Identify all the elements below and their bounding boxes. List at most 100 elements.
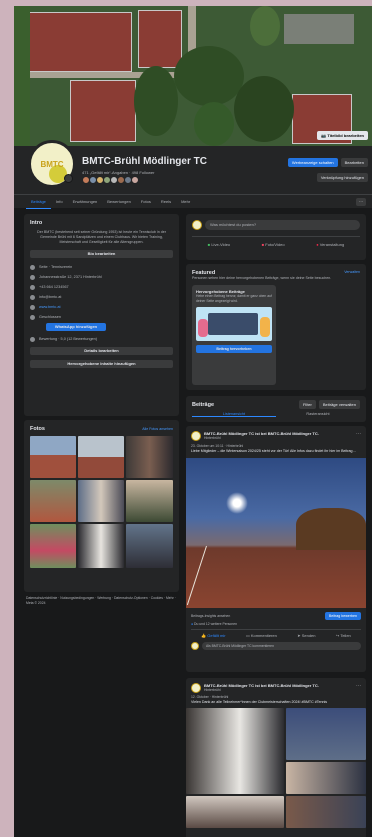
insights-link[interactable]: Beitrags-Insights ansehen (191, 614, 230, 619)
person-illustration (260, 317, 270, 337)
sun (226, 492, 248, 514)
tree (234, 76, 294, 142)
rating-row: Bewertung · 5,0 (12 Bewertungen) (30, 334, 173, 344)
tab-more[interactable]: Mehr (176, 195, 195, 209)
edit-page-button[interactable]: Bearbeiten (340, 158, 368, 167)
post-image[interactable] (186, 458, 366, 608)
see-all-photos-link[interactable]: Alle Fotos ansehen (142, 427, 173, 432)
feature-post-button[interactable]: Beitrag hervorheben (196, 345, 272, 353)
post-photo[interactable] (186, 796, 284, 828)
photo-thumbnail[interactable] (30, 524, 76, 568)
rating-text[interactable]: Bewertung · 5,0 (12 Bewertungen) (39, 337, 97, 341)
avatar (191, 642, 199, 650)
promote-button[interactable]: Werbeanzeige schalten (287, 158, 338, 167)
post-photo[interactable] (286, 762, 366, 794)
list-view-tab[interactable]: Listenansicht (192, 412, 276, 417)
photo-video-button[interactable]: ■ Foto/Video (262, 242, 285, 247)
featured-subtitle: Personen sehen hier deine hervorgehobene… (192, 276, 332, 280)
photo-thumbnail[interactable] (30, 480, 76, 522)
link-icon (30, 304, 35, 310)
manage-button[interactable]: Verknüpfung hinzufügen (316, 173, 368, 182)
tab-reels[interactable]: Reels (156, 195, 176, 209)
post-photo[interactable] (286, 796, 366, 828)
intro-row-text: Geschlossen (39, 315, 61, 319)
photo-thumbnail[interactable] (126, 524, 173, 568)
mail-icon (30, 294, 35, 300)
manage-posts-button[interactable]: Beiträge verwalten (318, 400, 360, 409)
reactions-summary[interactable]: ● Du und 12 weitere Personen (191, 622, 361, 630)
intro-row-text[interactable]: info@bmtc.at (39, 295, 61, 299)
tennis-court (138, 10, 182, 68)
edit-cover-button[interactable]: 📷 Titelbild bearbeiten (317, 131, 368, 140)
photo-thumbnail[interactable] (78, 480, 124, 522)
edit-details-button[interactable]: Details bearbeiten (30, 347, 173, 355)
intro-row: Johannesstraße 12, 2371 Hinterbrühl (30, 272, 173, 282)
more-options-button[interactable]: ··· (356, 198, 366, 206)
post-text: Vielen Dank an alle Teilnehmer*innen der… (191, 700, 328, 704)
live-video-button[interactable]: ■ Live-Video (208, 242, 230, 247)
avatar[interactable] (191, 431, 201, 441)
clock-icon (30, 314, 35, 320)
star-icon (30, 336, 35, 342)
event-button[interactable]: ● Veranstaltung (316, 242, 344, 247)
camera-icon[interactable] (64, 174, 73, 183)
intro-row-text[interactable]: www.bmtc.at (39, 305, 61, 309)
edit-bio-button[interactable]: Bio bearbeiten (30, 250, 173, 258)
tab-reviews[interactable]: Bewertungen (102, 195, 136, 209)
photo-video-label: Foto/Video (265, 242, 285, 247)
grid-view-tab[interactable]: Rasteransicht (276, 412, 360, 417)
follower-avatars[interactable] (82, 176, 139, 184)
post-options-icon[interactable]: ··· (356, 683, 361, 689)
photo-thumbnail[interactable] (30, 436, 76, 478)
send-button[interactable]: ➤ Senden (297, 633, 315, 638)
post-options-icon[interactable]: ··· (356, 431, 361, 437)
featured-card-text: Hebe einen Beitrag hervor, damit er ganz… (196, 294, 272, 303)
share-button[interactable]: ↪ Teilen (336, 633, 351, 638)
composer-input[interactable]: Was möchtest du posten? (205, 220, 360, 230)
composer-card: Was möchtest du posten? ■ Live-Video ■ F… (186, 214, 366, 260)
post-actions: 👍 Gefällt mir ▭ Kommentieren ➤ Senden ↪ … (191, 633, 361, 638)
post-card: BMTC-Brühl Mödlinger TC ist bei BMTC-Brü… (186, 426, 366, 672)
featured-card: Featured Verwalten Personen sehen hier d… (186, 264, 366, 390)
post-text: Liebe Mitglieder – die Wintersaison 2024… (191, 449, 357, 453)
intro-title: Intro (30, 220, 43, 226)
tab-info[interactable]: Info (51, 195, 68, 209)
location-icon (30, 274, 35, 280)
comment-button[interactable]: ▭ Kommentieren (246, 633, 277, 638)
page-stats[interactable]: 471 „Gefällt mir“-Angaben · 498 Follower (82, 170, 154, 175)
add-featured-button[interactable]: Hervorgehobene Inhalte hinzufügen (30, 360, 173, 368)
add-whatsapp-button[interactable]: WhatsApp hinzufügen (46, 323, 106, 331)
intro-row-text[interactable]: +43 664 1234567 (39, 285, 69, 289)
avatar[interactable] (191, 683, 201, 693)
post-photo[interactable] (286, 708, 366, 760)
photo-thumbnail[interactable] (78, 524, 124, 568)
tab-mentions[interactable]: Erwähnungen (68, 195, 103, 209)
photo-thumbnail[interactable] (126, 480, 173, 522)
laptop-illustration (208, 313, 258, 335)
post-card: BMTC-Brühl Mödlinger TC ist bei BMTC-Brü… (186, 678, 366, 837)
photo-thumbnail[interactable] (78, 436, 124, 478)
filter-button[interactable]: Filter (298, 400, 316, 409)
intro-row: info@bmtc.at (30, 292, 173, 302)
intro-row-text: Seite · Tennisverein (39, 265, 73, 269)
tab-photos[interactable]: Fotos (136, 195, 156, 209)
footer-links[interactable]: Datenschutzrichtlinie · Nutzungsbedingun… (26, 596, 176, 606)
tree (14, 6, 30, 146)
photo-thumbnail[interactable] (126, 436, 173, 478)
cover-photo[interactable]: 📷 Titelbild bearbeiten (14, 6, 372, 146)
intro-row-text[interactable]: Johannesstraße 12, 2371 Hinterbrühl (39, 275, 102, 279)
like-button[interactable]: 👍 Gefällt mir (201, 633, 225, 638)
photos-card: Fotos Alle Fotos ansehen (24, 420, 179, 592)
manage-featured-link[interactable]: Verwalten (344, 270, 360, 276)
boost-post-button[interactable]: Beitrag bewerben (324, 612, 361, 620)
edit-cover-label: Titelbild bearbeiten (327, 133, 364, 138)
autumn-trees (296, 508, 366, 550)
tab-posts[interactable]: Beiträge (26, 195, 51, 209)
comment-input[interactable]: Als BMTC-Brühl Mödlinger TC kommentieren (202, 642, 361, 650)
featured-placeholder-card: Hervorgehobene Beiträge Hebe einen Beitr… (192, 285, 276, 385)
send-label: Senden (301, 633, 316, 638)
post-photo[interactable] (186, 708, 284, 794)
share-label: Teilen (340, 633, 351, 638)
page-tabs: Beiträge Info Erwähnungen Bewertungen Fo… (14, 194, 372, 209)
photo-grid (30, 436, 173, 568)
